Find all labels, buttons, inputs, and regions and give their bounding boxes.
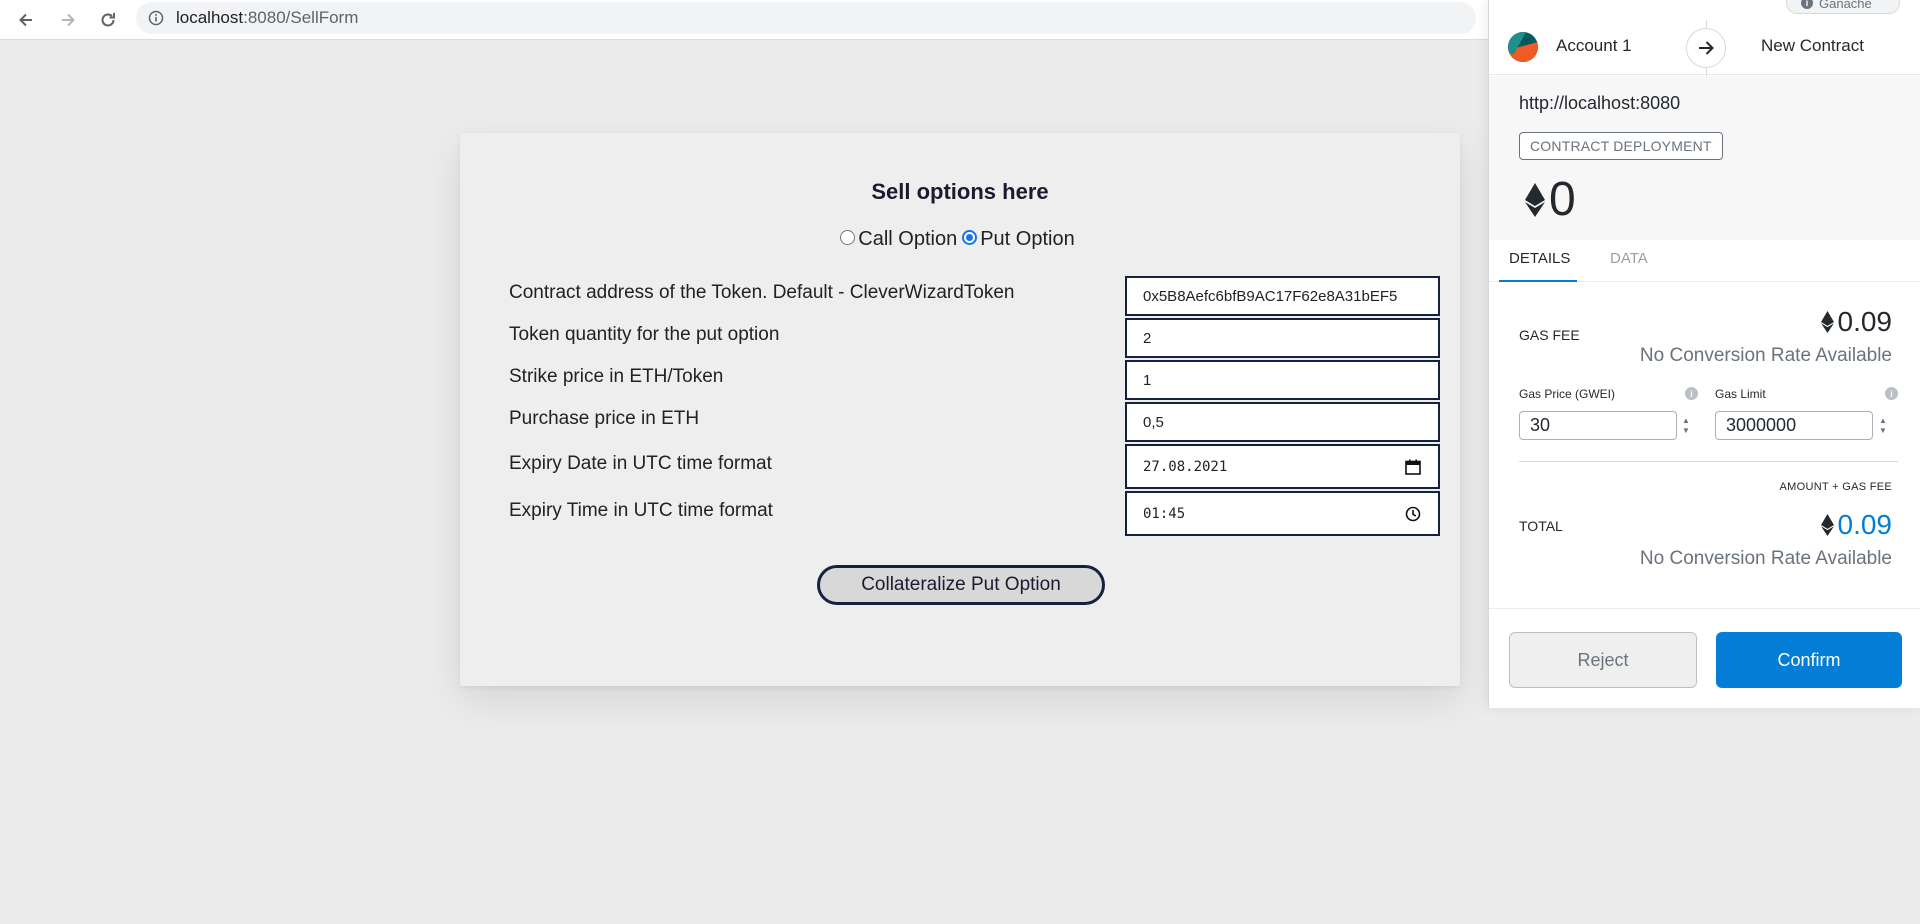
ethereum-icon <box>1820 311 1834 333</box>
transaction-summary: http://localhost:8080 CONTRACT DEPLOYMEN… <box>1489 76 1920 240</box>
total-conversion: No Conversion Rate Available <box>1639 548 1892 569</box>
header-divider <box>1706 20 1707 28</box>
tab-data[interactable]: DATA <box>1610 250 1648 267</box>
expiry-date-input[interactable]: 27.08.2021 <box>1125 444 1440 489</box>
account-avatar <box>1508 32 1538 62</box>
confirm-button[interactable]: Confirm <box>1716 632 1902 688</box>
arrow-right-icon <box>1699 41 1714 55</box>
forward-button[interactable] <box>52 4 84 36</box>
network-name: Ganache <box>1819 0 1872 11</box>
collateralize-put-option-button[interactable]: Collateralize Put Option <box>817 565 1105 605</box>
back-button[interactable] <box>10 4 42 36</box>
account-name: Account 1 <box>1556 36 1632 55</box>
call-option-radio[interactable] <box>840 230 856 245</box>
network-selector[interactable]: i Ganache <box>1786 0 1900 14</box>
gas-price-label: Gas Price (GWEI) <box>1519 387 1616 401</box>
token-quantity-label: Token quantity for the put option <box>509 324 780 345</box>
token-quantity-input[interactable]: 2 <box>1125 318 1440 358</box>
total-label: TOTAL <box>1519 518 1563 534</box>
gas-limit-stepper[interactable]: ▲ ▼ <box>1875 411 1891 440</box>
details-divider <box>1519 461 1898 462</box>
gas-price-help-icon[interactable]: i <box>1685 387 1698 400</box>
reload-button[interactable] <box>92 4 124 36</box>
strike-price-input[interactable]: 1 <box>1125 360 1440 400</box>
header-divider <box>1706 68 1707 76</box>
direction-indicator <box>1686 28 1726 68</box>
network-info-icon: i <box>1801 0 1813 9</box>
strike-price-label: Strike price in ETH/Token <box>509 366 724 387</box>
sell-form-card: Sell options here Call Option Put Option… <box>460 133 1460 686</box>
url-text: localhost:8080/SellForm <box>176 8 358 28</box>
arrow-right-icon <box>62 13 75 27</box>
calendar-icon[interactable] <box>1404 458 1422 476</box>
token-address-label: Contract address of the Token. Default -… <box>509 282 1015 303</box>
expiry-date-value: 27.08.2021 <box>1143 458 1228 475</box>
gas-fee-amount: 0.09 <box>1820 306 1893 338</box>
form-title: Sell options here <box>871 179 1049 204</box>
purchase-price-label: Purchase price in ETH <box>509 408 700 429</box>
account-identicon-icon <box>1508 32 1538 62</box>
reload-icon <box>101 13 115 27</box>
put-option-label: Put Option <box>980 228 1075 250</box>
tab-details[interactable]: DETAILS <box>1509 250 1570 267</box>
detail-tabs: DETAILS DATA <box>1489 240 1920 282</box>
transaction-amount: 0 <box>1525 172 1576 227</box>
token-address-input[interactable]: 0x5B8Aefc6bfB9AC17F62e8A31bEF5 <box>1125 276 1440 316</box>
gas-limit-help-icon[interactable]: i <box>1885 387 1898 400</box>
purchase-price-input[interactable]: 0,5 <box>1125 402 1440 442</box>
expiry-time-value: 01:45 <box>1143 505 1186 522</box>
clock-icon[interactable] <box>1404 505 1422 523</box>
gas-price-input[interactable]: 30 <box>1519 411 1677 440</box>
expiry-date-label: Expiry Date in UTC time format <box>509 453 772 474</box>
amount-gas-fee-label: AMOUNT + GAS FEE <box>1779 481 1892 493</box>
url-host: localhost <box>176 8 244 27</box>
ethereum-icon <box>1820 514 1834 536</box>
transaction-header: Account 1 New Contract <box>1489 20 1920 76</box>
amount-value: 0 <box>1549 173 1576 226</box>
metamask-confirm-panel: i Ganache Account 1 New Contract http://… <box>1488 0 1920 708</box>
gas-limit-label: Gas Limit <box>1715 387 1766 401</box>
total-value: 0.09 <box>1837 509 1893 540</box>
gas-price-stepper[interactable]: ▲ ▼ <box>1678 411 1694 440</box>
info-icon <box>148 10 164 26</box>
option-type-group: Call Option Put Option <box>460 228 1460 251</box>
arrow-left-icon <box>19 13 32 27</box>
site-origin: http://localhost:8080 <box>1519 93 1681 113</box>
put-option-radio[interactable] <box>962 230 978 245</box>
reject-button[interactable]: Reject <box>1509 632 1697 688</box>
chevron-up-icon: ▲ <box>1879 415 1887 425</box>
gas-limit-input[interactable]: 3000000 <box>1715 411 1873 440</box>
footer-divider <box>1489 608 1920 609</box>
call-option-label: Call Option <box>858 228 958 250</box>
expiry-time-label: Expiry Time in UTC time format <box>509 500 773 521</box>
chevron-down-icon: ▼ <box>1879 425 1887 435</box>
chevron-up-icon: ▲ <box>1682 415 1690 425</box>
url-path: :8080/SellForm <box>243 8 359 27</box>
address-bar[interactable]: localhost:8080/SellForm <box>136 2 1476 34</box>
gas-fee-label: GAS FEE <box>1519 327 1580 343</box>
transaction-type-badge: CONTRACT DEPLOYMENT <box>1519 132 1723 160</box>
expiry-time-input[interactable]: 01:45 <box>1125 491 1440 536</box>
chevron-down-icon: ▼ <box>1682 425 1690 435</box>
active-tab-indicator <box>1499 280 1577 282</box>
recipient-name: New Contract <box>1761 36 1864 55</box>
gas-fee-value: 0.09 <box>1837 306 1893 337</box>
ethereum-icon <box>1525 182 1545 217</box>
total-amount: 0.09 <box>1820 509 1893 541</box>
gas-fee-conversion: No Conversion Rate Available <box>1639 345 1892 366</box>
